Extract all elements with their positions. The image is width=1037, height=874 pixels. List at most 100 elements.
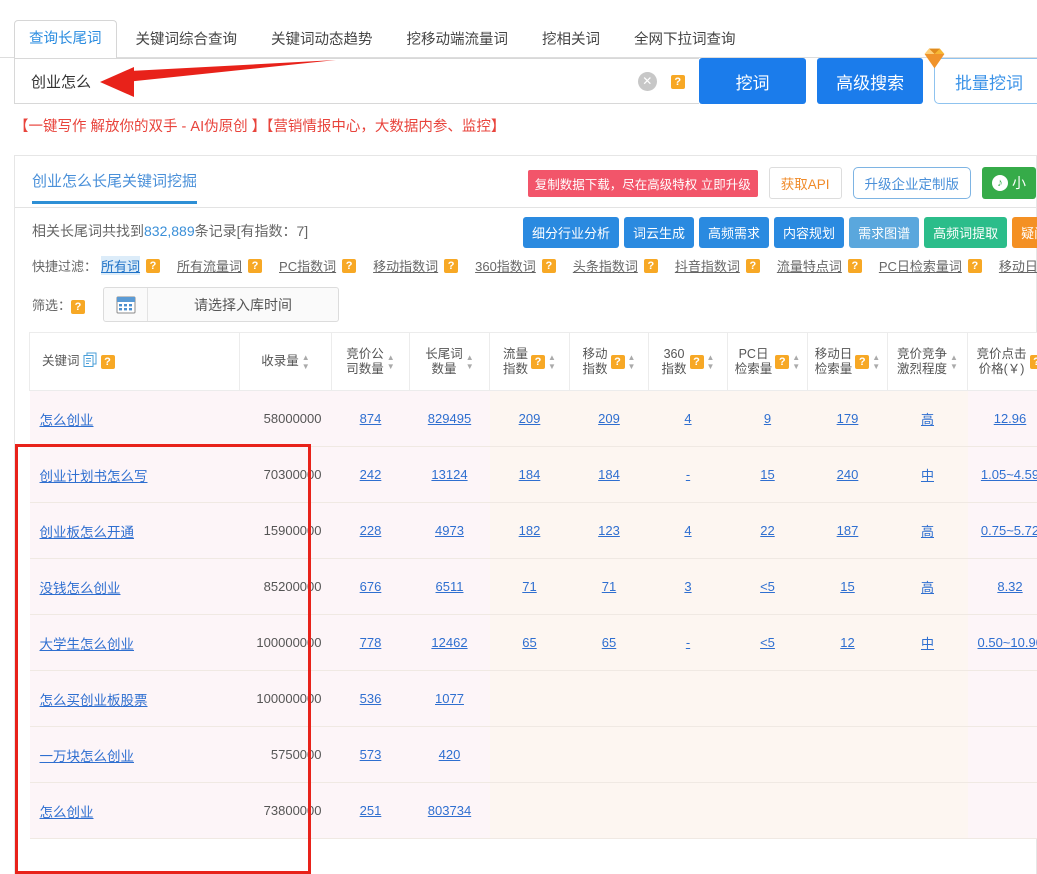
value-link[interactable]: 65 [602, 635, 616, 650]
copy-icon[interactable] [83, 352, 98, 372]
question-mark-icon[interactable]: ? [643, 258, 658, 273]
enterprise-upgrade-button[interactable]: 升级企业定制版 [852, 167, 971, 199]
quick-filter-item-0[interactable]: 所有词 [101, 256, 141, 275]
dig-words-button[interactable]: 挖词 [698, 58, 807, 104]
promo-banner[interactable]: 【一键写作 解放你的双手 - AI伪原创 】【营销情报中心，大数据内参、监控】 [14, 112, 1037, 142]
value-link[interactable]: 573 [360, 747, 382, 762]
question-mark-icon[interactable]: ? [71, 299, 86, 314]
column-header-9[interactable]: 竞价竞争 激烈程度 ▲ ▼ [887, 332, 968, 391]
sort-toggle[interactable]: ▲ ▼ [302, 353, 310, 370]
advanced-search-button[interactable]: 高级搜索 [817, 58, 923, 104]
value-link[interactable]: 209 [519, 411, 541, 426]
tab-3[interactable]: 挖移动端流量词 [392, 21, 524, 59]
sort-toggle[interactable]: ▲ ▼ [628, 353, 636, 370]
quick-filter-item-6[interactable]: 抖音指数词 [675, 256, 740, 275]
value-link[interactable]: - [686, 467, 690, 482]
tab-5[interactable]: 全网下拉词查询 [619, 21, 751, 59]
question-mark-icon[interactable]: ? [541, 258, 556, 273]
sort-toggle[interactable]: ▲ ▼ [548, 353, 556, 370]
value-link[interactable]: 0.75~5.72 [981, 523, 1037, 538]
value-link[interactable]: 71 [522, 579, 536, 594]
value-link[interactable]: 228 [360, 523, 382, 538]
value-link[interactable]: 874 [360, 411, 382, 426]
column-header-8[interactable]: 移动日 检索量? ▲ ▼ [807, 332, 888, 391]
question-mark-icon[interactable]: ? [775, 354, 790, 369]
value-link[interactable]: 12.96 [994, 411, 1027, 426]
get-api-button[interactable]: 获取API [768, 167, 842, 199]
value-link[interactable]: 676 [360, 579, 382, 594]
value-link[interactable]: 4973 [435, 523, 464, 538]
value-link[interactable]: 251 [360, 803, 382, 818]
value-link[interactable]: 高 [921, 580, 934, 595]
quick-filter-item-3[interactable]: 移动指数词 [373, 256, 438, 275]
value-link[interactable]: 242 [360, 467, 382, 482]
value-link[interactable]: 778 [360, 635, 382, 650]
quick-filter-item-7[interactable]: 流量特点词 [777, 256, 842, 275]
search-input[interactable] [15, 59, 615, 103]
value-link[interactable]: 1.05~4.59 [981, 467, 1037, 482]
column-header-4[interactable]: 流量 指数? ▲ ▼ [489, 332, 570, 391]
value-link[interactable]: 179 [837, 411, 859, 426]
value-link[interactable]: 71 [602, 579, 616, 594]
column-header-6[interactable]: 360 指数? ▲ ▼ [648, 332, 728, 391]
question-mark-icon[interactable]: ? [531, 354, 546, 369]
quick-filter-item-8[interactable]: PC日检索量词 [879, 256, 962, 275]
question-mark-icon[interactable]: ? [689, 354, 704, 369]
keyword-link[interactable]: 大学生怎么创业 [40, 637, 135, 652]
value-link[interactable]: 8.32 [997, 579, 1022, 594]
action-button-5[interactable]: 高频词提取 [924, 217, 1008, 248]
value-link[interactable]: 15 [760, 467, 774, 482]
close-circle-icon[interactable]: ✕ [637, 72, 657, 91]
column-header-3[interactable]: 长尾词 数量 ▲ ▼ [409, 332, 490, 391]
value-link[interactable]: 12462 [431, 635, 467, 650]
search-field[interactable]: ✕ ? [14, 58, 699, 104]
douyin-button[interactable]: ♪ 小 [982, 167, 1036, 199]
value-link[interactable]: 3 [684, 579, 691, 594]
column-header-5[interactable]: 移动 指数? ▲ ▼ [569, 332, 649, 391]
value-link[interactable]: 中 [921, 636, 934, 651]
column-header-7[interactable]: PC日 检索量? ▲ ▼ [727, 332, 808, 391]
value-link[interactable]: 1077 [435, 691, 464, 706]
keyword-link[interactable]: 创业板怎么开通 [40, 525, 135, 540]
quick-filter-item-1[interactable]: 所有流量词 [177, 256, 242, 275]
sort-toggle[interactable]: ▲ ▼ [707, 353, 715, 370]
value-link[interactable]: 420 [439, 747, 461, 762]
value-link[interactable]: 829495 [428, 411, 471, 426]
value-link[interactable]: 15 [840, 579, 854, 594]
sort-toggle[interactable]: ▲ ▼ [872, 353, 880, 370]
keyword-link[interactable]: 怎么买创业板股票 [40, 693, 148, 708]
question-mark-icon[interactable]: ? [610, 354, 625, 369]
column-header-1[interactable]: 收录量 ▲ ▼ [239, 332, 332, 391]
value-link[interactable]: 6511 [436, 579, 464, 594]
question-mark-icon[interactable]: ? [745, 258, 760, 273]
value-link[interactable]: 65 [522, 635, 536, 650]
column-header-2[interactable]: 竞价公 司数量 ▲ ▼ [331, 332, 410, 391]
value-link[interactable]: 9 [764, 411, 771, 426]
quick-filter-item-5[interactable]: 头条指数词 [573, 256, 638, 275]
question-mark-icon[interactable]: ? [967, 258, 982, 273]
keyword-link[interactable]: 怎么创业 [40, 805, 94, 820]
value-link[interactable]: 0.50~10.90 [978, 635, 1037, 650]
value-link[interactable]: 803734 [428, 803, 471, 818]
value-link[interactable]: 4 [684, 411, 691, 426]
sort-toggle[interactable]: ▲ ▼ [387, 353, 395, 370]
sort-toggle[interactable]: ▲ ▼ [466, 353, 474, 370]
upgrade-badge[interactable]: 复制数据下载，尽在高级特权 立即升级 [527, 169, 758, 197]
keyword-link[interactable]: 一万块怎么创业 [40, 749, 135, 764]
value-link[interactable]: 123 [598, 523, 620, 538]
keyword-link[interactable]: 怎么创业 [40, 413, 94, 428]
value-link[interactable]: 22 [760, 523, 774, 538]
batch-dig-button[interactable]: 批量挖词 [934, 58, 1037, 104]
value-link[interactable]: 187 [837, 523, 859, 538]
value-link[interactable]: 536 [360, 691, 382, 706]
tab-1[interactable]: 关键词综合查询 [121, 21, 253, 59]
date-picker[interactable]: 请选择入库时间 [103, 287, 339, 322]
action-button-2[interactable]: 高频需求 [699, 217, 770, 248]
value-link[interactable]: 13124 [431, 467, 467, 482]
quick-filter-item-2[interactable]: PC指数词 [279, 256, 336, 275]
value-link[interactable]: 184 [519, 467, 541, 482]
keyword-link[interactable]: 没钱怎么创业 [40, 581, 121, 596]
value-link[interactable]: - [686, 635, 690, 650]
value-link[interactable]: 4 [684, 523, 691, 538]
question-mark-icon[interactable]: ? [1029, 354, 1037, 369]
